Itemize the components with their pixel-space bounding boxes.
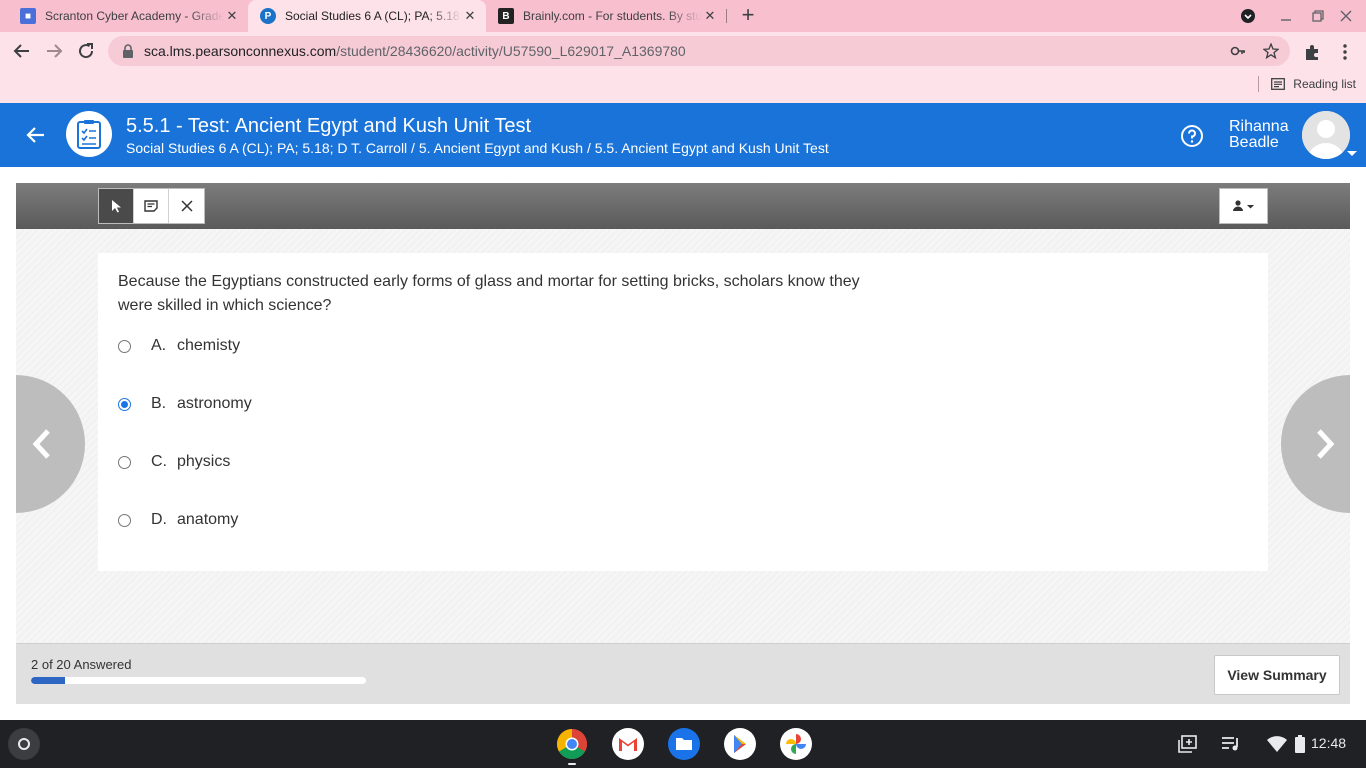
tab-search-icon[interactable] (1238, 6, 1258, 26)
scranton-favicon-icon: ■ (20, 8, 36, 24)
breadcrumb: Social Studies 6 A (CL); PA; 5.18; D T. … (126, 140, 829, 156)
question-card: Because the Egyptians constructed early … (98, 253, 1268, 571)
activity-checklist-icon (66, 111, 112, 157)
browser-tab-strip: ■ Scranton Cyber Academy - Grades ✕ P So… (0, 0, 1366, 32)
system-clock[interactable]: 12:48 (1311, 735, 1346, 751)
note-tool-button[interactable] (134, 189, 169, 223)
eliminator-tool-button[interactable] (169, 189, 204, 223)
url-path: /student/28436620/activity/U57590_L62901… (336, 43, 686, 59)
user-menu-caret-icon[interactable] (1347, 151, 1357, 156)
close-window-icon[interactable] (1336, 6, 1356, 26)
menu-kebab-icon[interactable] (1336, 43, 1354, 61)
cursor-icon (112, 200, 121, 213)
radio-button[interactable] (118, 339, 131, 353)
choice-letter: B. (151, 395, 167, 412)
pointer-tool-button[interactable] (99, 189, 134, 223)
answer-choice-a[interactable]: A. chemisty (118, 337, 240, 355)
pearson-favicon-icon: P (260, 8, 276, 24)
choice-letter: A. (151, 337, 167, 354)
answer-choice-b[interactable]: B. astronomy (118, 395, 252, 413)
key-icon[interactable] (1230, 43, 1246, 59)
user-first-name: Rihanna (1229, 118, 1289, 135)
user-name[interactable]: Rihanna Beadle (1229, 119, 1289, 151)
url-host: sca.lms.pearsonconnexus.com (144, 43, 337, 59)
tab-title: Brainly.com - For students. By students. (523, 9, 702, 23)
lock-icon (123, 44, 133, 58)
accessibility-profile-button[interactable] (1219, 188, 1268, 224)
holding-space-icon[interactable] (1176, 732, 1200, 756)
close-tab-icon[interactable]: ✕ (702, 8, 718, 24)
radio-button[interactable] (118, 455, 131, 469)
browser-toolbar: sca.lms.pearsonconnexus.com/student/2843… (0, 32, 1366, 70)
extensions-puzzle-icon[interactable] (1303, 43, 1321, 61)
wifi-icon[interactable] (1265, 732, 1289, 756)
view-summary-button[interactable]: View Summary (1214, 655, 1340, 695)
tab-scranton-grades[interactable]: ■ Scranton Cyber Academy - Grades ✕ (8, 0, 248, 32)
tab-divider (726, 9, 727, 23)
person-dropdown-icon (1232, 200, 1254, 211)
avatar[interactable] (1302, 111, 1350, 159)
launcher-icon (18, 738, 30, 750)
question-text: Because the Egyptians constructed early … (118, 273, 860, 314)
reading-list-icon (1271, 78, 1286, 90)
choice-label: anatomy (177, 511, 239, 528)
user-last-name: Beadle (1229, 134, 1279, 151)
photos-icon[interactable] (780, 728, 812, 760)
test-toolbar (16, 183, 1350, 229)
choice-label: physics (177, 453, 231, 470)
bookmarks-bar: Reading list (0, 70, 1366, 103)
new-tab-plus-icon[interactable]: + (737, 4, 759, 27)
eliminate-answer-icon (180, 200, 193, 212)
choice-letter: C. (151, 453, 167, 470)
launcher-button[interactable] (8, 728, 40, 760)
help-icon[interactable] (1180, 124, 1204, 148)
tab-title: Scranton Cyber Academy - Grades (45, 9, 224, 23)
tab-social-studies[interactable]: P Social Studies 6 A (CL); PA; 5.18 ✕ (248, 0, 486, 32)
page-title: 5.5.1 - Test: Ancient Egypt and Kush Uni… (126, 115, 532, 137)
choice-label: astronomy (177, 395, 252, 412)
divider (1258, 76, 1260, 92)
chevron-right-icon (1316, 429, 1334, 459)
brainly-favicon-icon: B (498, 8, 514, 24)
chrome-running-indicator (568, 763, 576, 765)
progress-fill (31, 677, 65, 684)
address-bar[interactable]: sca.lms.pearsonconnexus.com/student/2843… (108, 36, 1290, 66)
reading-list-label: Reading list (1293, 77, 1356, 91)
close-tab-icon[interactable]: ✕ (224, 8, 240, 24)
battery-icon[interactable] (1288, 732, 1312, 756)
choice-label: chemisty (177, 337, 241, 354)
answered-count: 2 of 20 Answered (31, 657, 132, 672)
answer-choice-d[interactable]: D. anatomy (118, 511, 238, 529)
sticky-note-icon (144, 200, 158, 212)
answer-choice-c[interactable]: C. physics (118, 453, 230, 471)
choice-letter: D. (151, 511, 167, 528)
back-icon[interactable] (10, 39, 34, 63)
bookmark-star-icon[interactable] (1263, 43, 1279, 59)
radio-button-selected[interactable] (118, 397, 131, 411)
media-controls-icon[interactable] (1219, 732, 1243, 756)
tab-title: Social Studies 6 A (CL); PA; 5.18 (285, 9, 460, 23)
app-header: 5.5.1 - Test: Ancient Egypt and Kush Uni… (0, 103, 1366, 167)
forward-icon[interactable] (42, 39, 66, 63)
progress-bar (31, 677, 366, 684)
restore-icon[interactable] (1308, 6, 1328, 26)
gmail-icon[interactable] (612, 728, 644, 760)
minimize-icon[interactable] (1276, 6, 1296, 26)
test-footer: 2 of 20 Answered View Summary (16, 643, 1350, 704)
os-shelf: 12:48 (0, 720, 1366, 768)
play-store-icon[interactable] (724, 728, 756, 760)
files-icon[interactable] (668, 728, 700, 760)
reload-icon[interactable] (74, 39, 98, 63)
tab-brainly[interactable]: B Brainly.com - For students. By student… (486, 0, 726, 32)
reading-list-button[interactable]: Reading list (1258, 76, 1356, 92)
radio-button[interactable] (118, 513, 131, 527)
tool-group (98, 188, 205, 224)
chevron-left-icon (32, 429, 50, 459)
chrome-icon[interactable] (556, 728, 588, 760)
back-arrow-icon[interactable] (24, 123, 48, 147)
close-tab-icon[interactable]: ✕ (462, 8, 478, 24)
